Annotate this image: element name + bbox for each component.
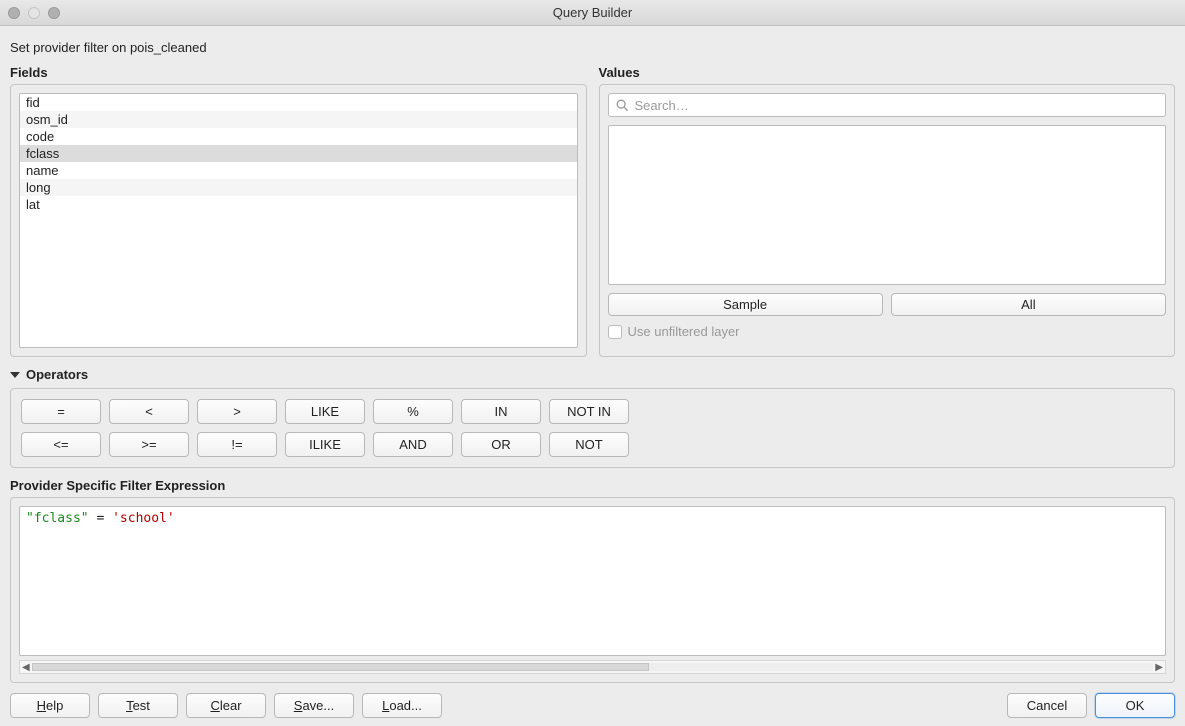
operator-button[interactable]: NOT IN [549,399,629,424]
field-row[interactable]: long [20,179,577,196]
operator-button[interactable]: < [109,399,189,424]
operators-label: Operators [26,367,88,382]
dialog-footer: Help Test Clear Save... Load... Cancel O… [10,693,1175,718]
fields-column: Fields fidosm_idcodefclassnamelonglat [10,65,587,357]
expression-hscrollbar[interactable]: ◀ ▶ [19,660,1166,674]
test-button[interactable]: Test [98,693,178,718]
fields-panel: fidosm_idcodefclassnamelonglat [10,84,587,357]
expr-token-op: = [96,511,104,526]
fields-listbox[interactable]: fidosm_idcodefclassnamelonglat [19,93,578,348]
field-row[interactable]: lat [20,196,577,213]
values-panel: Sample All Use unfiltered layer [599,84,1176,357]
expression-textarea[interactable]: "fclass" = 'school' [19,506,1166,656]
use-unfiltered-label: Use unfiltered layer [628,324,740,339]
field-row[interactable]: code [20,128,577,145]
operators-panel: = < > LIKE% IN NOT IN <= >= != ILIKE AND OR NOT [10,388,1175,468]
field-row[interactable]: name [20,162,577,179]
operators-row-1: = < > LIKE% IN NOT IN [21,399,1164,424]
help-button[interactable]: Help [10,693,90,718]
field-row[interactable]: fclass [20,145,577,162]
field-row[interactable]: osm_id [20,111,577,128]
operator-button[interactable]: = [21,399,101,424]
dialog-subtitle: Set provider filter on pois_cleaned [10,40,1175,55]
all-button[interactable]: All [891,293,1166,316]
values-search[interactable] [608,93,1167,117]
operator-button[interactable]: > [197,399,277,424]
values-search-input[interactable] [635,98,1160,113]
search-icon [615,98,629,112]
field-row[interactable]: fid [20,94,577,111]
save-button[interactable]: Save... [274,693,354,718]
use-unfiltered-checkbox[interactable] [608,325,622,339]
scroll-right-icon[interactable]: ▶ [1155,662,1163,673]
operators-row-2: <= >= != ILIKE AND OR NOT [21,432,1164,457]
operators-header[interactable]: Operators [10,367,1175,382]
scroll-thumb[interactable] [32,663,649,671]
clear-button[interactable]: Clear [186,693,266,718]
scroll-track[interactable] [32,663,1154,671]
dialog-content: Set provider filter on pois_cleaned Fiel… [0,26,1185,726]
operator-button[interactable]: OR [461,432,541,457]
values-listbox[interactable] [608,125,1167,285]
values-label: Values [599,65,1176,80]
chevron-down-icon [10,372,20,378]
operator-button[interactable]: != [197,432,277,457]
ok-button[interactable]: OK [1095,693,1175,718]
operator-button[interactable]: AND [373,432,453,457]
expression-panel: "fclass" = 'school' ◀ ▶ [10,497,1175,683]
window-title: Query Builder [0,5,1185,20]
expression-label: Provider Specific Filter Expression [10,478,1175,493]
expr-token-str: 'school' [112,511,175,526]
fields-label: Fields [10,65,587,80]
sample-button[interactable]: Sample [608,293,883,316]
expr-token-field: "fclass" [26,511,89,526]
operator-button[interactable]: >= [109,432,189,457]
operator-button[interactable]: <= [21,432,101,457]
values-column: Values Sample All Use unfiltered layer [599,65,1176,357]
operator-button[interactable]: NOT [549,432,629,457]
operator-button[interactable]: % [373,399,453,424]
operator-button[interactable]: LIKE [285,399,365,424]
operator-button[interactable]: IN [461,399,541,424]
operator-button[interactable]: ILIKE [285,432,365,457]
cancel-button[interactable]: Cancel [1007,693,1087,718]
scroll-left-icon[interactable]: ◀ [22,662,30,673]
use-unfiltered-row[interactable]: Use unfiltered layer [608,324,1167,339]
titlebar: Query Builder [0,0,1185,26]
load-button[interactable]: Load... [362,693,442,718]
